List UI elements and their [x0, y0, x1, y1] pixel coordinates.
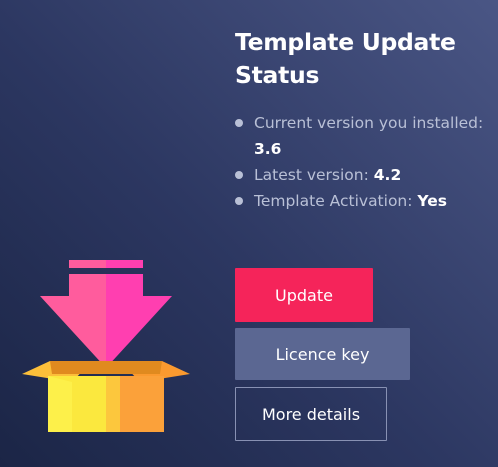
update-status-panel: Template Update Status Current version y… — [0, 0, 498, 467]
bullet-icon — [235, 119, 243, 127]
page-title: Template Update Status — [235, 28, 456, 89]
update-button[interactable]: Update — [235, 268, 373, 322]
licence-key-button[interactable]: Licence key — [235, 328, 410, 380]
list-item-latest-version: Latest version: 4.2 — [235, 162, 490, 188]
download-box-icon — [22, 260, 190, 432]
latest-version-value: 4.2 — [373, 166, 402, 184]
current-version-label: Current version you installed: — [254, 114, 484, 132]
status-list: Current version you installed: 3.6 Lates… — [235, 110, 490, 214]
latest-version-label: Latest version: — [254, 166, 369, 184]
bullet-icon — [235, 171, 243, 179]
activation-value: Yes — [417, 192, 447, 210]
activation-label: Template Activation: — [254, 192, 413, 210]
more-details-button[interactable]: More details — [235, 387, 387, 441]
list-item-activation: Template Activation: Yes — [235, 188, 490, 214]
list-item-current-version: Current version you installed: 3.6 — [235, 110, 490, 162]
current-version-value: 3.6 — [254, 140, 282, 158]
bullet-icon — [235, 197, 243, 205]
